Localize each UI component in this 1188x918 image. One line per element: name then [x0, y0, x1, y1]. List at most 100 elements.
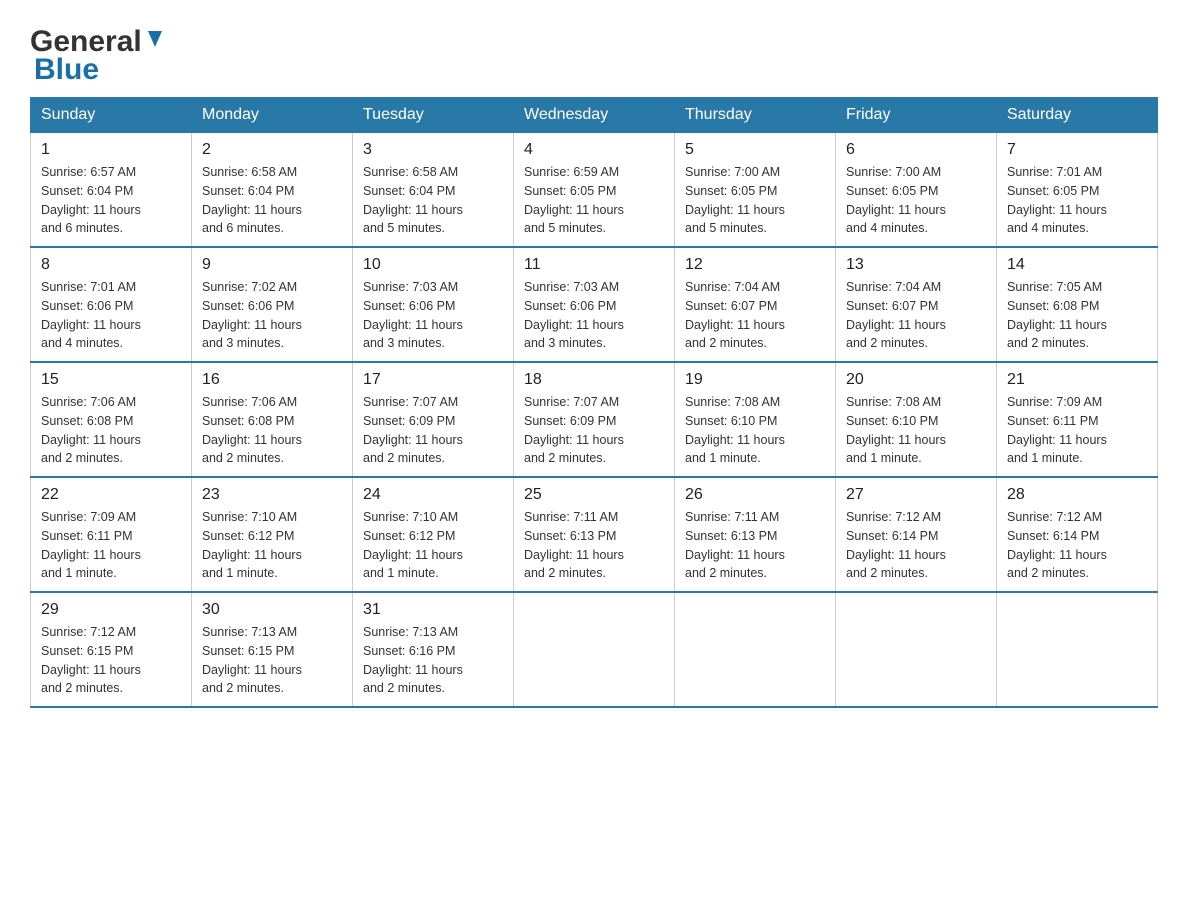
weekday-header-tuesday: Tuesday [353, 98, 514, 133]
calendar-cell: 7 Sunrise: 7:01 AM Sunset: 6:05 PM Dayli… [997, 133, 1158, 248]
calendar-cell [836, 592, 997, 707]
day-number: 19 [685, 371, 825, 389]
logo: General Blue [30, 20, 166, 87]
day-info: Sunrise: 6:57 AM Sunset: 6:04 PM Dayligh… [41, 163, 181, 238]
day-number: 25 [524, 486, 664, 504]
calendar-cell: 16 Sunrise: 7:06 AM Sunset: 6:08 PM Dayl… [192, 362, 353, 477]
day-number: 4 [524, 141, 664, 159]
day-info: Sunrise: 7:03 AM Sunset: 6:06 PM Dayligh… [524, 278, 664, 353]
day-info: Sunrise: 7:12 AM Sunset: 6:14 PM Dayligh… [1007, 508, 1147, 583]
weekday-header-friday: Friday [836, 98, 997, 133]
calendar-cell: 21 Sunrise: 7:09 AM Sunset: 6:11 PM Dayl… [997, 362, 1158, 477]
calendar-cell: 4 Sunrise: 6:59 AM Sunset: 6:05 PM Dayli… [514, 133, 675, 248]
day-info: Sunrise: 7:02 AM Sunset: 6:06 PM Dayligh… [202, 278, 342, 353]
calendar-cell: 22 Sunrise: 7:09 AM Sunset: 6:11 PM Dayl… [31, 477, 192, 592]
day-number: 30 [202, 601, 342, 619]
calendar-cell: 24 Sunrise: 7:10 AM Sunset: 6:12 PM Dayl… [353, 477, 514, 592]
calendar-week-row: 8 Sunrise: 7:01 AM Sunset: 6:06 PM Dayli… [31, 247, 1158, 362]
weekday-header-saturday: Saturday [997, 98, 1158, 133]
day-number: 6 [846, 141, 986, 159]
calendar-table: SundayMondayTuesdayWednesdayThursdayFrid… [30, 97, 1158, 708]
calendar-cell [514, 592, 675, 707]
calendar-cell: 20 Sunrise: 7:08 AM Sunset: 6:10 PM Dayl… [836, 362, 997, 477]
day-number: 17 [363, 371, 503, 389]
day-info: Sunrise: 7:13 AM Sunset: 6:16 PM Dayligh… [363, 623, 503, 698]
day-number: 13 [846, 256, 986, 274]
calendar-cell: 23 Sunrise: 7:10 AM Sunset: 6:12 PM Dayl… [192, 477, 353, 592]
calendar-cell: 10 Sunrise: 7:03 AM Sunset: 6:06 PM Dayl… [353, 247, 514, 362]
logo-arrow-icon [144, 29, 166, 51]
weekday-header-row: SundayMondayTuesdayWednesdayThursdayFrid… [31, 98, 1158, 133]
day-number: 27 [846, 486, 986, 504]
day-info: Sunrise: 7:05 AM Sunset: 6:08 PM Dayligh… [1007, 278, 1147, 353]
day-info: Sunrise: 7:12 AM Sunset: 6:14 PM Dayligh… [846, 508, 986, 583]
day-number: 28 [1007, 486, 1147, 504]
day-info: Sunrise: 7:11 AM Sunset: 6:13 PM Dayligh… [524, 508, 664, 583]
day-info: Sunrise: 7:12 AM Sunset: 6:15 PM Dayligh… [41, 623, 181, 698]
calendar-cell: 26 Sunrise: 7:11 AM Sunset: 6:13 PM Dayl… [675, 477, 836, 592]
day-number: 22 [41, 486, 181, 504]
weekday-header-wednesday: Wednesday [514, 98, 675, 133]
calendar-cell: 11 Sunrise: 7:03 AM Sunset: 6:06 PM Dayl… [514, 247, 675, 362]
day-number: 18 [524, 371, 664, 389]
calendar-cell: 18 Sunrise: 7:07 AM Sunset: 6:09 PM Dayl… [514, 362, 675, 477]
day-number: 10 [363, 256, 503, 274]
day-info: Sunrise: 6:58 AM Sunset: 6:04 PM Dayligh… [363, 163, 503, 238]
calendar-cell: 12 Sunrise: 7:04 AM Sunset: 6:07 PM Dayl… [675, 247, 836, 362]
calendar-cell: 19 Sunrise: 7:08 AM Sunset: 6:10 PM Dayl… [675, 362, 836, 477]
calendar-cell: 2 Sunrise: 6:58 AM Sunset: 6:04 PM Dayli… [192, 133, 353, 248]
day-number: 23 [202, 486, 342, 504]
day-info: Sunrise: 7:00 AM Sunset: 6:05 PM Dayligh… [685, 163, 825, 238]
calendar-cell: 6 Sunrise: 7:00 AM Sunset: 6:05 PM Dayli… [836, 133, 997, 248]
calendar-cell: 15 Sunrise: 7:06 AM Sunset: 6:08 PM Dayl… [31, 362, 192, 477]
day-number: 9 [202, 256, 342, 274]
day-info: Sunrise: 7:04 AM Sunset: 6:07 PM Dayligh… [846, 278, 986, 353]
day-info: Sunrise: 7:07 AM Sunset: 6:09 PM Dayligh… [524, 393, 664, 468]
logo-blue-text: Blue [34, 53, 99, 87]
day-info: Sunrise: 6:58 AM Sunset: 6:04 PM Dayligh… [202, 163, 342, 238]
calendar-week-row: 15 Sunrise: 7:06 AM Sunset: 6:08 PM Dayl… [31, 362, 1158, 477]
day-number: 24 [363, 486, 503, 504]
page-header: General Blue [30, 20, 1158, 87]
day-number: 7 [1007, 141, 1147, 159]
calendar-cell: 14 Sunrise: 7:05 AM Sunset: 6:08 PM Dayl… [997, 247, 1158, 362]
calendar-cell: 29 Sunrise: 7:12 AM Sunset: 6:15 PM Dayl… [31, 592, 192, 707]
day-number: 1 [41, 141, 181, 159]
calendar-cell: 31 Sunrise: 7:13 AM Sunset: 6:16 PM Dayl… [353, 592, 514, 707]
calendar-week-row: 1 Sunrise: 6:57 AM Sunset: 6:04 PM Dayli… [31, 133, 1158, 248]
day-number: 8 [41, 256, 181, 274]
day-info: Sunrise: 7:06 AM Sunset: 6:08 PM Dayligh… [41, 393, 181, 468]
day-number: 26 [685, 486, 825, 504]
calendar-cell: 27 Sunrise: 7:12 AM Sunset: 6:14 PM Dayl… [836, 477, 997, 592]
day-number: 14 [1007, 256, 1147, 274]
calendar-cell: 13 Sunrise: 7:04 AM Sunset: 6:07 PM Dayl… [836, 247, 997, 362]
calendar-cell: 25 Sunrise: 7:11 AM Sunset: 6:13 PM Dayl… [514, 477, 675, 592]
weekday-header-monday: Monday [192, 98, 353, 133]
day-info: Sunrise: 7:06 AM Sunset: 6:08 PM Dayligh… [202, 393, 342, 468]
calendar-cell: 28 Sunrise: 7:12 AM Sunset: 6:14 PM Dayl… [997, 477, 1158, 592]
day-number: 29 [41, 601, 181, 619]
calendar-cell [675, 592, 836, 707]
day-info: Sunrise: 6:59 AM Sunset: 6:05 PM Dayligh… [524, 163, 664, 238]
calendar-cell: 30 Sunrise: 7:13 AM Sunset: 6:15 PM Dayl… [192, 592, 353, 707]
day-info: Sunrise: 7:10 AM Sunset: 6:12 PM Dayligh… [202, 508, 342, 583]
day-number: 21 [1007, 371, 1147, 389]
calendar-cell: 17 Sunrise: 7:07 AM Sunset: 6:09 PM Dayl… [353, 362, 514, 477]
day-info: Sunrise: 7:03 AM Sunset: 6:06 PM Dayligh… [363, 278, 503, 353]
calendar-cell: 9 Sunrise: 7:02 AM Sunset: 6:06 PM Dayli… [192, 247, 353, 362]
day-info: Sunrise: 7:08 AM Sunset: 6:10 PM Dayligh… [846, 393, 986, 468]
day-info: Sunrise: 7:01 AM Sunset: 6:06 PM Dayligh… [41, 278, 181, 353]
day-number: 15 [41, 371, 181, 389]
weekday-header-sunday: Sunday [31, 98, 192, 133]
calendar-cell: 8 Sunrise: 7:01 AM Sunset: 6:06 PM Dayli… [31, 247, 192, 362]
day-info: Sunrise: 7:07 AM Sunset: 6:09 PM Dayligh… [363, 393, 503, 468]
day-info: Sunrise: 7:00 AM Sunset: 6:05 PM Dayligh… [846, 163, 986, 238]
calendar-cell [997, 592, 1158, 707]
calendar-week-row: 22 Sunrise: 7:09 AM Sunset: 6:11 PM Dayl… [31, 477, 1158, 592]
calendar-cell: 5 Sunrise: 7:00 AM Sunset: 6:05 PM Dayli… [675, 133, 836, 248]
day-info: Sunrise: 7:10 AM Sunset: 6:12 PM Dayligh… [363, 508, 503, 583]
day-info: Sunrise: 7:09 AM Sunset: 6:11 PM Dayligh… [41, 508, 181, 583]
day-info: Sunrise: 7:01 AM Sunset: 6:05 PM Dayligh… [1007, 163, 1147, 238]
calendar-cell: 3 Sunrise: 6:58 AM Sunset: 6:04 PM Dayli… [353, 133, 514, 248]
day-number: 31 [363, 601, 503, 619]
